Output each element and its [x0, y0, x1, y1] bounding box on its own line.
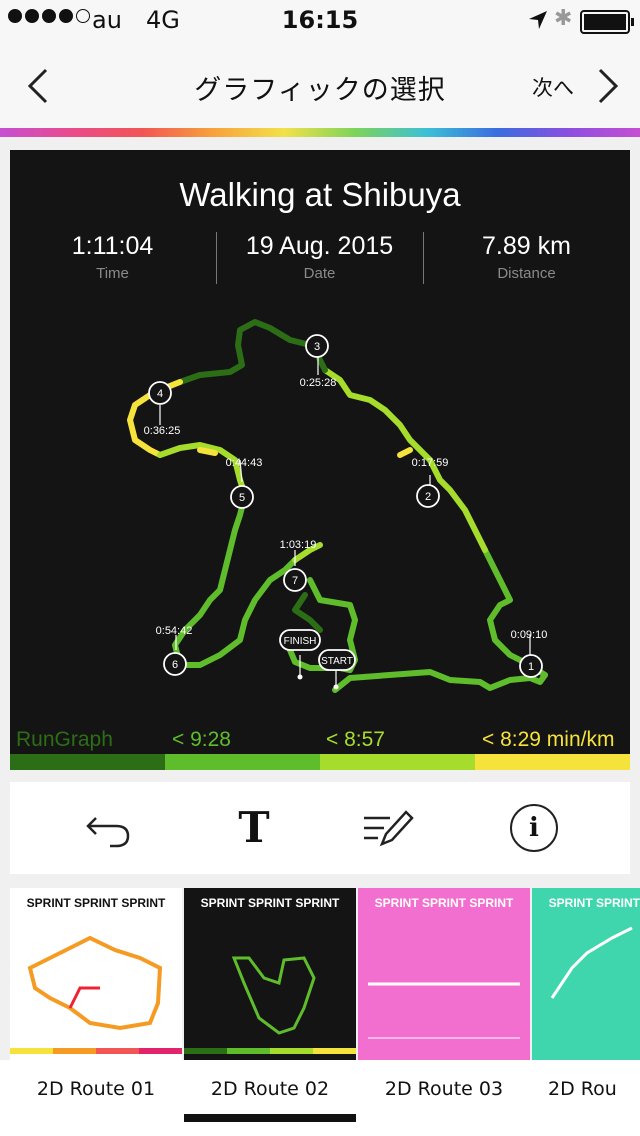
- start-label: START: [321, 656, 353, 667]
- rainbow-divider: [0, 128, 640, 137]
- thumb-route: [10, 935, 182, 1054]
- template-thumb-3[interactable]: SPRINT SPRINT SPRINT: [358, 888, 530, 1060]
- route-segment: [322, 367, 433, 463]
- checkpoint-number: 5: [239, 492, 245, 504]
- template-label-1[interactable]: 2D Route 01: [10, 1078, 182, 1100]
- template-label-3[interactable]: 2D Route 03: [358, 1078, 530, 1100]
- checkpoint-time: 0:25:28: [300, 377, 337, 389]
- thumb-route: [184, 956, 356, 1054]
- finish-label: FINISH: [284, 636, 317, 647]
- edit-toolbar: T i: [10, 782, 630, 874]
- template-thumb-4[interactable]: SPRINT SPRINT SPRINT: [532, 888, 640, 1060]
- selected-indicator: [184, 1114, 356, 1122]
- template-thumb-1[interactable]: SPRINT SPRINT SPRINT: [10, 888, 182, 1060]
- checkpoint-time: 1:03:19: [280, 539, 317, 551]
- route-segment: [292, 592, 323, 633]
- info-icon[interactable]: i: [502, 796, 566, 860]
- route-segment: [197, 492, 248, 618]
- checkpoint-number: 7: [292, 575, 298, 587]
- pace-label-2: < 8:57: [326, 728, 385, 751]
- thumb-route: [368, 982, 520, 1039]
- pace-label-3: < 8:29 min/km: [482, 728, 615, 751]
- checkpoint-time: 0:09:10: [511, 629, 548, 641]
- checkpoint-number: 3: [314, 341, 320, 353]
- checkpoint-time: 0:36:25: [144, 425, 181, 437]
- route-segment: [397, 447, 413, 458]
- thumb-route: [550, 926, 633, 999]
- checkpoint-time: 0:17:59: [412, 457, 449, 469]
- edit-icon[interactable]: [356, 796, 420, 860]
- next-chevron-icon[interactable]: [588, 66, 628, 106]
- checkpoint-number: 6: [172, 659, 178, 671]
- template-label-4[interactable]: 2D Rou: [532, 1078, 640, 1100]
- brand-label: RunGraph: [16, 728, 113, 751]
- checkpoint-time: 0:54:42: [156, 625, 193, 637]
- info-glyph: i: [510, 804, 558, 852]
- bluetooth-icon: ✱: [554, 6, 573, 31]
- battery-icon: [580, 10, 634, 34]
- route-map: 1 2 3 4 5 6 7 0:09:10 0:17:59 0:25:28 0:…: [127, 319, 548, 693]
- route-graphic-preview: Walking at Shibuya 1:11:04 Time 19 Aug. …: [10, 150, 630, 770]
- pace-bar-light-green: [320, 754, 475, 770]
- text-icon[interactable]: T: [222, 796, 286, 860]
- template-labels: 2D Route 01 2D Route 02 2D Route 03 2D R…: [0, 1072, 640, 1112]
- location-icon: [529, 11, 547, 29]
- pace-legend: RunGraph < 9:28 < 8:57 < 8:29 min/km: [10, 728, 630, 756]
- route-segment: [332, 669, 548, 693]
- template-carousel[interactable]: SPRINT SPRINT SPRINT SPRINT SPRINT SPRIN…: [0, 888, 640, 1060]
- pace-label-1: < 9:28: [172, 728, 231, 751]
- checkpoint-time: 0:44:43: [226, 457, 263, 469]
- template-label-2[interactable]: 2D Route 02: [184, 1078, 356, 1100]
- route-segment: [197, 447, 218, 456]
- route-segment: [427, 457, 488, 553]
- route-segment: [177, 557, 298, 668]
- pace-bar-yellow: [475, 754, 630, 770]
- status-bar: au 4G 16:15 ✱: [0, 0, 640, 44]
- pace-bar-green: [165, 754, 320, 770]
- checkpoint-number: 4: [157, 388, 163, 400]
- navigation-bar: グラフィックの選択 次へ: [0, 44, 640, 128]
- undo-icon[interactable]: [76, 796, 140, 860]
- template-thumb-2[interactable]: SPRINT SPRINT SPRINT: [184, 888, 356, 1060]
- pace-bar-dark-green: [10, 754, 165, 770]
- checkpoint-number: 1: [528, 661, 534, 673]
- route-segment: [177, 319, 313, 385]
- next-button[interactable]: 次へ: [532, 72, 574, 102]
- checkpoint-number: 2: [425, 491, 431, 503]
